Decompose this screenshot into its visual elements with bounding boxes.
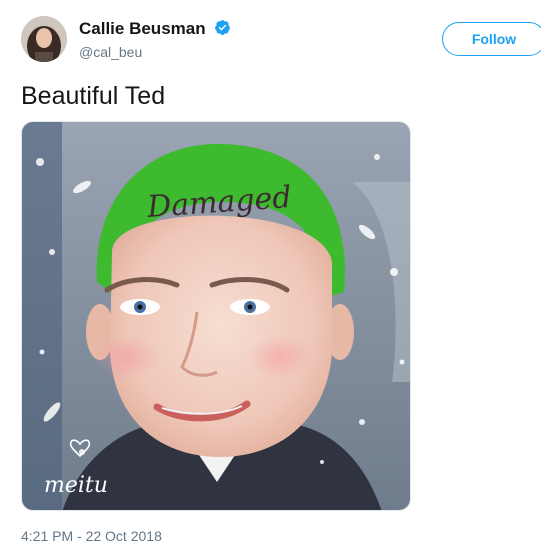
follow-button[interactable]: Follow — [442, 22, 541, 56]
avatar[interactable] — [21, 16, 67, 62]
tweet-text: Beautiful Ted — [21, 82, 166, 110]
watermark-text: meitu — [44, 473, 108, 498]
tweet-photo[interactable]: Damaged meitu — [21, 121, 411, 511]
avatar-image — [21, 16, 67, 62]
tweet-timestamp[interactable]: 4:21 PM - 22 Oct 2018 — [21, 528, 162, 544]
verified-badge-icon — [214, 19, 231, 36]
display-name[interactable]: Callie Beusman — [79, 18, 206, 40]
user-handle[interactable]: @cal_beu — [79, 42, 231, 62]
tweet-header: Callie Beusman @cal_beu Follow — [21, 14, 541, 66]
edited-portrait-image: Damaged meitu — [22, 122, 410, 510]
user-names: Callie Beusman @cal_beu — [79, 18, 231, 62]
